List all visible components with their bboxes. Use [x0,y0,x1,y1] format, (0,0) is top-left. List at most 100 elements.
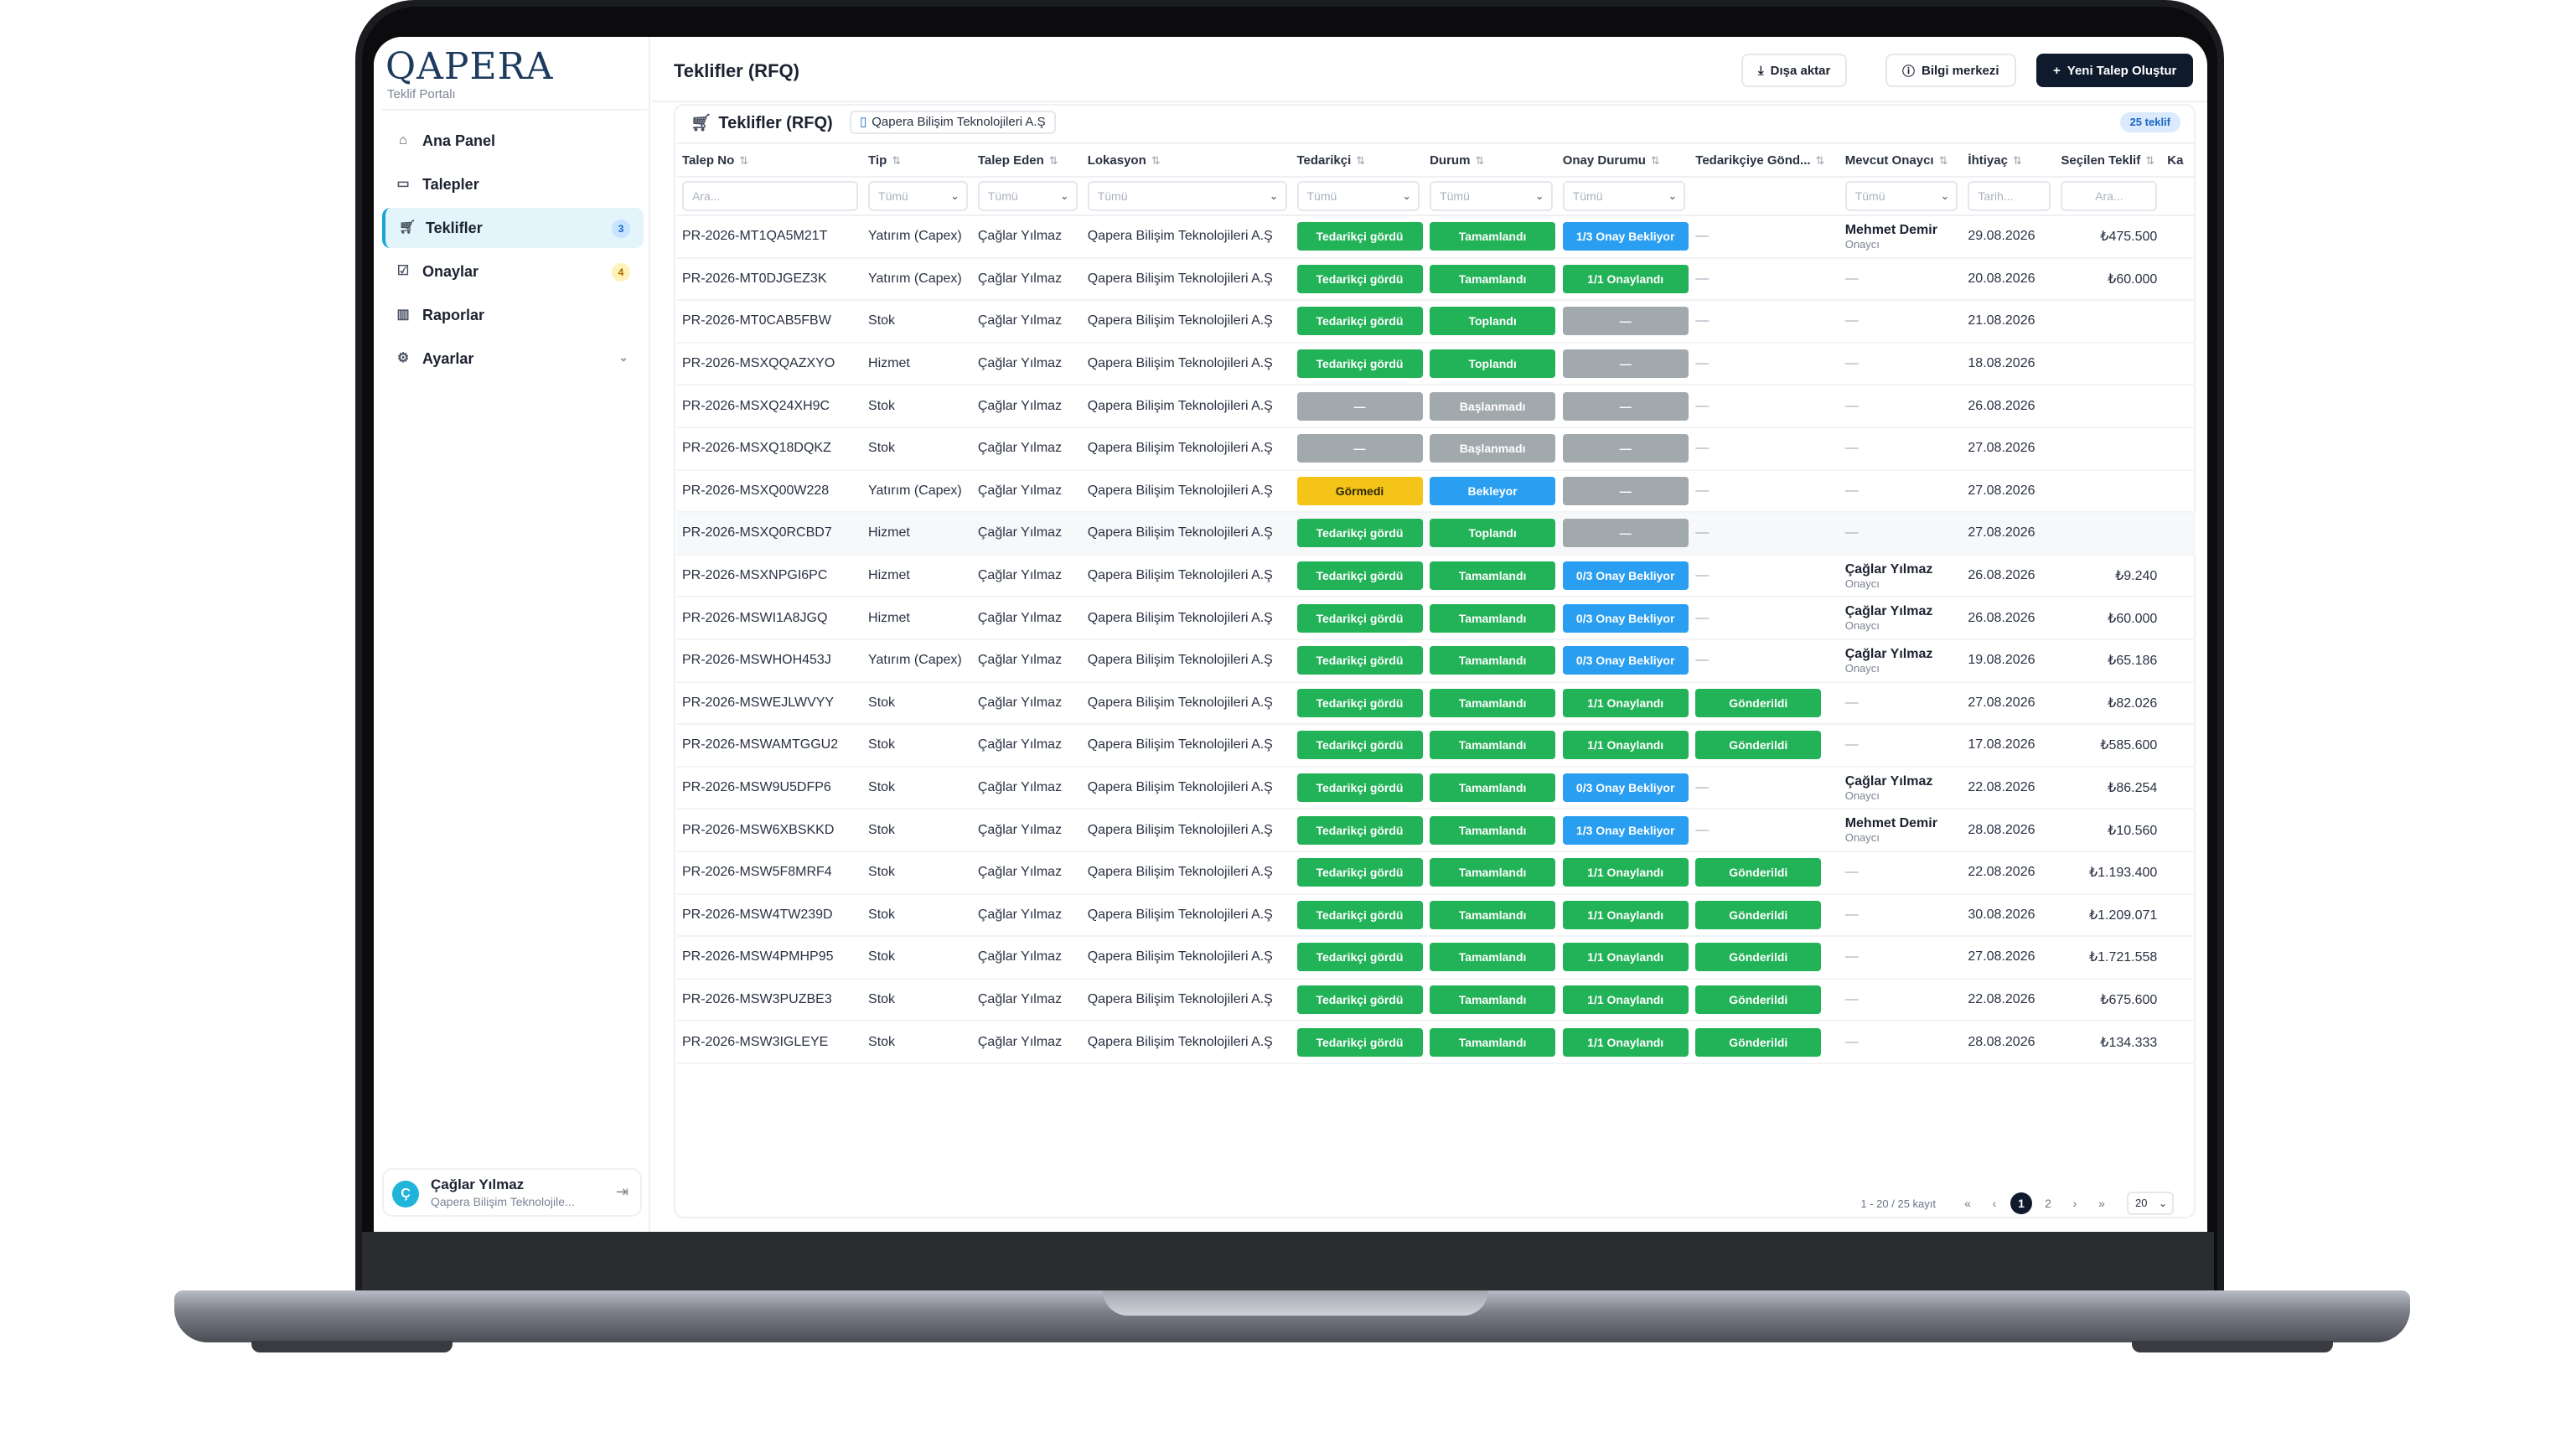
table-row[interactable]: PR-2026-MSW3PUZBE3 Stok Çağlar Yılmaz Qaper… [677,978,2196,1022]
supplier-status-badge: Tedarikçi gördü [1296,519,1423,548]
column-header[interactable]: Lokasyon ⇅ [1082,142,1292,178]
request-number-link[interactable]: PR-2026-MSXQ00W228 [677,469,864,514]
sort-icon[interactable]: ⇅ [1049,154,1058,167]
request-number-link[interactable]: PR-2026-MSXQ24XH9C [677,385,864,428]
table-row[interactable]: PR-2026-MSW6XBSKKD Stok Çağlar Yılmaz Qaper… [677,809,2196,852]
filter-lokasyon[interactable]: Tümü ⌄ [1087,181,1287,211]
filter-talep-eden[interactable]: Tümü ⌄ [977,181,1078,211]
last-page-button[interactable]: » [2091,1192,2113,1214]
filter-durum[interactable]: Tümü ⌄ [1430,181,1553,211]
first-page-button[interactable]: « [1957,1192,1979,1214]
request-number-link[interactable]: PR-2026-MSWI1A8JGQ [677,597,864,640]
table-row[interactable]: PR-2026-MSXQ00W228 Yatırım (Capex) Çağlar … [677,469,2196,514]
table-row[interactable]: PR-2026-MSXNPGI6PC Hizmet Çağlar Yılmaz Qap… [677,554,2196,598]
approver-name: — [1844,949,1859,964]
column-header[interactable]: Tedarikçiye Gönd... ⇅ [1690,142,1840,178]
table-row[interactable]: PR-2026-MSWEJLWVYY Stok Çağlar Yılmaz Qaper… [677,681,2196,726]
approval-cell: — [1557,469,1691,514]
sidebar-item-teklifler[interactable]: 🛒︎ Teklifler 3 [382,208,644,248]
new-request-button[interactable]: + Yeni Talep Oluştur [2036,54,2194,87]
table-row[interactable]: PR-2026-MSW4PMHP95 Stok Çağlar Yılmaz Qaper… [677,936,2196,980]
page-button-2[interactable]: 2 [2037,1192,2059,1214]
filter-talep-no[interactable]: Ara... [682,181,859,211]
table-row[interactable]: PR-2026-MSWHOH453J Yatırım (Capex) Çağlar … [677,639,2196,683]
sidebar-item-ana-panel[interactable]: ⌂ Ana Panel [382,121,644,161]
request-number-link[interactable]: PR-2026-MSWAMTGGU2 [677,724,864,768]
table-row[interactable]: PR-2026-MSWAMTGGU2 Stok Çağlar Yılmaz Qaper… [677,724,2196,768]
column-header[interactable]: Durum ⇅ [1425,142,1558,178]
filter-mevcut-onayci[interactable]: Tümü ⌄ [1844,181,1958,211]
sidebar-item-onaylar[interactable]: ☑ Onaylar 4 [382,251,644,292]
table-row[interactable]: PR-2026-MT1QA5M21T Yatırım (Capex) Çağlar … [677,215,2196,259]
table-row[interactable]: PR-2026-MT0DJGEZ3K Yatırım (Capex) Çağlar … [677,257,2196,302]
column-header[interactable]: İhtiyaç ⇅ [1963,142,2056,178]
app-logo[interactable]: QAPERA [385,45,553,88]
request-number-link[interactable]: PR-2026-MT0CAB5FBW [677,300,864,344]
company-chip[interactable]: ▯ Qapera Bilişim Teknolojileri A.Ş [850,111,1056,134]
sort-icon[interactable]: ⇅ [739,154,748,167]
request-number-link[interactable]: PR-2026-MT1QA5M21T [677,215,864,259]
table-row[interactable]: PR-2026-MSXQQAZXYO Hizmet Çağlar Yılmaz Qap… [677,342,2196,386]
request-number-link[interactable]: PR-2026-MSXQ0RCBD7 [677,512,864,556]
sort-icon[interactable]: ⇅ [1651,154,1660,167]
table-row[interactable]: PR-2026-MSW9U5DFP6 Stok Çağlar Yılmaz Qaper… [677,766,2196,810]
request-number-link[interactable]: PR-2026-MSW4PMHP95 [677,936,864,980]
table-row[interactable]: PR-2026-MSW4TW239D Stok Çağlar Yılmaz Qaper… [677,893,2196,938]
table-row[interactable]: PR-2026-MSXQ0RCBD7 Hizmet Çağlar Yılmaz Qap… [677,512,2196,556]
sort-icon[interactable]: ⇅ [1151,154,1161,167]
location-cell: Qapera Bilişim Teknolojileri A.Ş [1082,342,1292,386]
page-size-select[interactable]: 20 ⌄ [2127,1192,2174,1215]
request-number-link[interactable]: PR-2026-MSW3IGLEYE [677,1021,864,1064]
request-number-link[interactable]: PR-2026-MSW5F8MRF4 [677,851,864,895]
table-row[interactable]: PR-2026-MSXQ18DQKZ Stok Çağlar Yılmaz Qaper… [677,427,2196,471]
next-page-button[interactable]: › [2064,1192,2086,1214]
request-number-link[interactable]: PR-2026-MSW3PUZBE3 [677,978,864,1022]
column-header[interactable]: Talep Eden ⇅ [972,142,1083,178]
request-number-link[interactable]: PR-2026-MSWHOH453J [677,639,864,683]
column-header[interactable]: Talep No ⇅ [677,142,864,178]
sidebar-item-raporlar[interactable]: ▥ Raporlar [382,295,644,335]
info-center-button[interactable]: ⓘ Bilgi merkezi [1885,54,2016,87]
table-row[interactable]: PR-2026-MSWI1A8JGQ Hizmet Çağlar Yılmaz Qap… [677,597,2196,640]
chevron-down-icon[interactable]: ⌄ [618,350,628,365]
export-button[interactable]: ⤓ Dışa aktar [1741,54,1848,87]
prev-page-button[interactable]: ‹ [1984,1192,2005,1214]
sort-icon[interactable]: ⇅ [2013,154,2022,167]
column-header[interactable]: Seçilen Teklif ⇅ [2056,142,2163,178]
filter-tedarikci[interactable]: Tümü ⌄ [1296,181,1420,211]
sort-icon[interactable]: ⇅ [1475,154,1484,167]
column-header[interactable]: Onay Durumu ⇅ [1557,142,1691,178]
filter-tip[interactable]: Tümü ⌄ [868,181,968,211]
sort-icon[interactable]: ⇅ [1356,154,1365,167]
request-number-link[interactable]: PR-2026-MT0DJGEZ3K [677,257,864,302]
sort-icon[interactable]: ⇅ [2145,154,2154,167]
table-row[interactable]: PR-2026-MSXQ24XH9C Stok Çağlar Yılmaz Qaper… [677,385,2196,428]
table-row[interactable]: PR-2026-MSW3IGLEYE Stok Çağlar Yılmaz Qaper… [677,1021,2196,1064]
sort-icon[interactable]: ⇅ [1816,154,1825,167]
filter-secilen-teklif[interactable]: Ara... [2061,181,2158,211]
sidebar-item-talepler[interactable]: ▭ Talepler [382,164,644,204]
sort-icon[interactable]: ⇅ [1939,154,1948,167]
column-header[interactable]: Ka [2162,142,2196,178]
page-button-1[interactable]: 1 [2010,1192,2032,1214]
table-row[interactable]: PR-2026-MSW5F8MRF4 Stok Çağlar Yılmaz Qaper… [677,851,2196,895]
status-cell: Tamamlandı [1425,766,1558,810]
request-number-link[interactable]: PR-2026-MSW4TW239D [677,893,864,938]
request-number-link[interactable]: PR-2026-MSXQ18DQKZ [677,427,864,471]
request-number-link[interactable]: PR-2026-MSXNPGI6PC [677,554,864,598]
sort-icon[interactable]: ⇅ [892,154,901,167]
filter-ihtiyac-date[interactable]: Tarih... [1968,181,2051,211]
user-card[interactable]: Ç Çağlar Yılmaz Qapera Bilişim Teknoloji… [382,1168,642,1217]
column-header[interactable]: Tedarikçi ⇅ [1291,142,1425,178]
column-header[interactable]: Tip ⇅ [863,142,973,178]
supplier-status-badge: Tedarikçi gördü [1296,815,1423,845]
request-number-link[interactable]: PR-2026-MSXQQAZXYO [677,342,864,386]
request-number-link[interactable]: PR-2026-MSW9U5DFP6 [677,766,864,810]
table-row[interactable]: PR-2026-MT0CAB5FBW Stok Çağlar Yılmaz Qaper… [677,300,2196,344]
sidebar-item-ayarlar[interactable]: ⚙ Ayarlar ⌄ [382,339,644,379]
logout-icon[interactable]: ⇥ [616,1183,628,1201]
request-number-link[interactable]: PR-2026-MSW6XBSKKD [677,809,864,852]
filter-onay-durumu[interactable]: Tümü ⌄ [1562,181,1686,211]
column-header[interactable]: Mevcut Onaycı ⇅ [1839,142,1963,178]
request-number-link[interactable]: PR-2026-MSWEJLWVYY [677,681,864,726]
